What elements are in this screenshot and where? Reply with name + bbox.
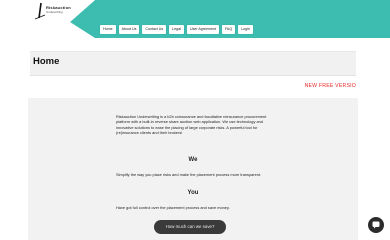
intro-text: Riskauction Underwriting is a b2b coinsu… (116, 114, 267, 136)
how-much-save-button[interactable]: How much can we save? (154, 220, 226, 234)
chat-icon (372, 221, 380, 229)
header: Riskauction Underwriting Home About Us C… (0, 0, 390, 38)
page-title-band: Home (30, 51, 356, 76)
nav-faq[interactable]: FAQ (221, 25, 236, 34)
nav-login[interactable]: Login (238, 25, 253, 34)
nav-legal[interactable]: Legal (169, 25, 184, 34)
we-heading: We (188, 157, 198, 163)
nav-home[interactable]: Home (100, 25, 116, 34)
nav-user-agreement[interactable]: User Agreement (186, 25, 219, 34)
nav-about-us[interactable]: About Us (118, 25, 140, 34)
chat-button[interactable] (368, 217, 384, 233)
nav-contact-us[interactable]: Contact Us (142, 25, 167, 34)
main-nav: Home About Us Contact Us Legal User Agre… (100, 25, 253, 34)
logo-subtitle: Underwriting (46, 10, 63, 14)
page-title: Home (33, 56, 60, 67)
we-text: Simplify the way you place risks and mak… (116, 172, 262, 177)
you-heading: You (187, 190, 199, 196)
you-text: Have got full control over the placement… (116, 205, 230, 210)
content-section: Riskauction Underwriting is a b2b coinsu… (28, 98, 358, 240)
logo-mark-icon (34, 2, 46, 20)
new-version-banner[interactable]: NEW FREE VERSIO (305, 83, 356, 89)
